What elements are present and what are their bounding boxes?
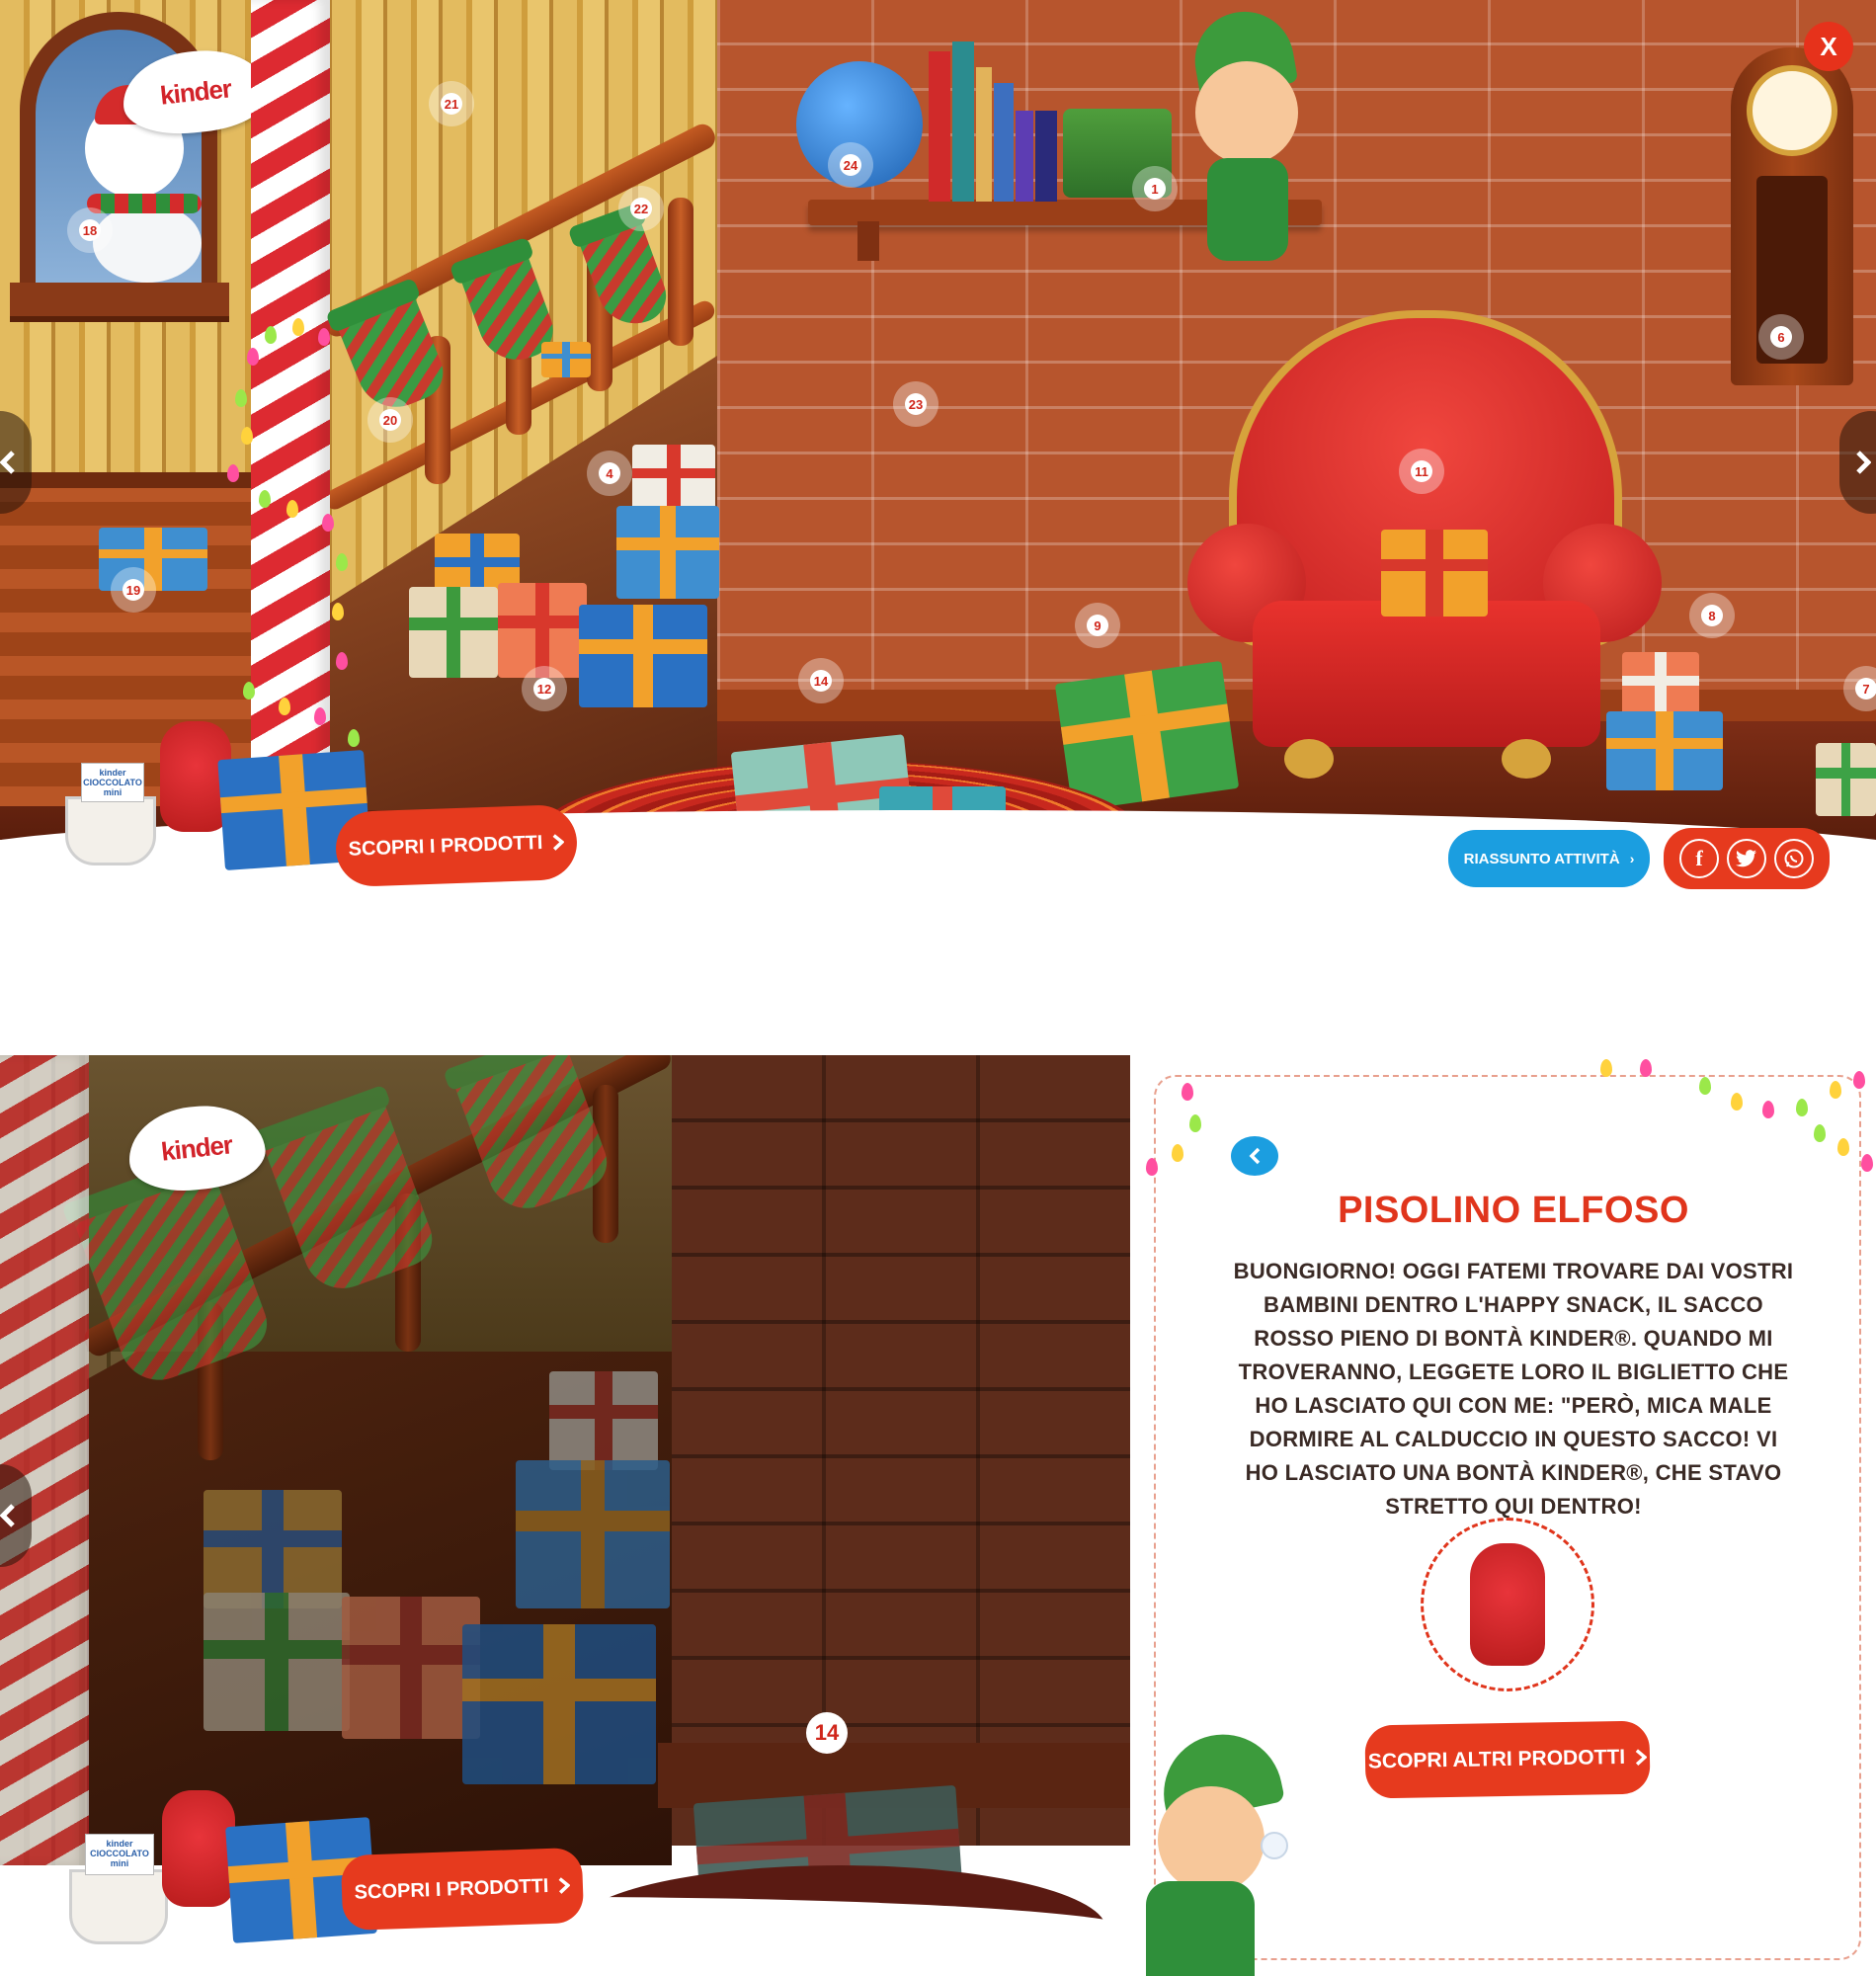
products-button-label: SCOPRI I PRODOTTI <box>354 1874 549 1904</box>
products-button-label: SCOPRI I PRODOTTI <box>348 831 543 861</box>
day-9-badge[interactable]: 9 <box>1075 603 1120 648</box>
day-23-badge[interactable]: 23 <box>893 381 938 427</box>
day-14-badge[interactable]: 14 <box>806 1712 848 1754</box>
book <box>929 51 950 202</box>
prev-scene-button[interactable] <box>0 411 32 514</box>
gift-box <box>1816 743 1876 816</box>
book <box>994 83 1014 202</box>
window-sill <box>10 283 229 322</box>
activity-summary-button[interactable]: RIASSUNTO ATTIVITÀ › <box>1448 830 1650 887</box>
shelf-bracket <box>857 221 879 261</box>
day-1-badge[interactable]: 1 <box>1132 166 1178 211</box>
gift-box <box>516 1460 670 1608</box>
chevron-right-icon: › <box>1629 851 1635 866</box>
gift-box <box>1606 711 1723 790</box>
book <box>1016 111 1033 202</box>
chevron-right-icon <box>1635 1749 1648 1767</box>
elf-body <box>1146 1881 1255 1976</box>
clock-face <box>1747 65 1837 156</box>
advent-detail-view: kinder kinder CIOCCOLATO mini SCOPRI I P… <box>0 1055 1876 1976</box>
share-bar: f <box>1664 828 1830 889</box>
day-21-badge[interactable]: 21 <box>429 81 474 126</box>
elf-head <box>1195 61 1298 164</box>
advent-room-scene: kinder kinder CIOCCOLATO mini 1 4 6 7 8 … <box>0 0 1876 889</box>
book <box>1035 111 1057 202</box>
snowman-body <box>93 204 202 283</box>
facebook-icon[interactable]: f <box>1679 839 1719 878</box>
gift-box <box>549 1371 658 1470</box>
armchair-foot <box>1284 739 1334 779</box>
day-24-badge[interactable]: 24 <box>828 142 873 188</box>
gift-box <box>541 342 591 377</box>
brick-wall <box>668 1055 1130 1846</box>
discover-more-label: SCOPRI ALTRI PRODOTTI <box>1367 1745 1626 1773</box>
activity-summary-label: RIASSUNTO ATTIVITÀ <box>1463 850 1620 867</box>
candy-cane-pole <box>0 1055 89 1865</box>
products-button[interactable]: SCOPRI I PRODOTTI <box>334 803 579 888</box>
products-button[interactable]: SCOPRI I PRODOTTI <box>340 1847 585 1932</box>
baluster <box>668 198 693 346</box>
happy-snack-sack <box>1470 1543 1545 1666</box>
gift-box <box>632 445 715 514</box>
chevron-right-icon <box>558 1877 571 1894</box>
day-20-badge[interactable]: 20 <box>367 397 413 443</box>
day-4-badge[interactable]: 4 <box>587 451 632 496</box>
chevron-left-icon <box>0 1504 15 1527</box>
gift-box <box>204 1490 342 1608</box>
gift-box <box>579 605 707 707</box>
product-image-circle <box>1421 1518 1594 1691</box>
day-19-badge[interactable]: 19 <box>111 567 156 613</box>
kinder-mug <box>69 1869 168 1944</box>
landing-edge <box>0 472 259 488</box>
gift-box <box>462 1624 656 1784</box>
elf-head <box>1158 1786 1264 1893</box>
panel-back-button[interactable] <box>1231 1136 1278 1176</box>
day-14-badge[interactable]: 14 <box>798 658 844 703</box>
kinder-mug <box>65 796 156 865</box>
gift-box <box>204 1593 350 1731</box>
chevron-left-icon <box>1249 1147 1261 1165</box>
chevron-right-icon <box>552 834 565 851</box>
happy-snack-sack <box>162 1790 235 1907</box>
snowman-scarf <box>87 194 202 213</box>
candy-cane-pole <box>251 0 330 771</box>
armchair-seat <box>1253 601 1600 747</box>
discover-more-products-button[interactable]: SCOPRI ALTRI PRODOTTI <box>1364 1720 1651 1799</box>
kinder-mini-pack: kinder CIOCCOLATO mini <box>85 1834 154 1875</box>
snowball <box>1261 1832 1288 1859</box>
panel-title: PISOLINO ELFOSO <box>1338 1190 1689 1231</box>
day-22-badge[interactable]: 22 <box>618 186 664 231</box>
day-12-badge[interactable]: 12 <box>522 666 567 711</box>
gift-box <box>1054 660 1240 812</box>
day-11-badge[interactable]: 11 <box>1399 449 1444 494</box>
book <box>952 41 974 202</box>
armchair-foot <box>1502 739 1551 779</box>
gift-box <box>498 583 587 678</box>
kinder-mini-pack: kinder CIOCCOLATO mini <box>81 763 144 802</box>
day-6-badge[interactable]: 6 <box>1758 314 1804 360</box>
gift-box <box>1381 530 1488 617</box>
gift-box <box>616 506 719 599</box>
gift-box <box>342 1597 480 1739</box>
prev-scene-button[interactable] <box>0 1464 32 1567</box>
whatsapp-icon[interactable] <box>1774 839 1814 878</box>
twitter-icon[interactable] <box>1727 839 1766 878</box>
chevron-left-icon <box>0 451 15 474</box>
panel-body-text: BUONGIORNO! OGGI FATEMI TROVARE DAI VOST… <box>1233 1259 1794 1519</box>
book <box>976 67 992 202</box>
close-button[interactable]: X <box>1804 22 1853 71</box>
gift-box <box>409 587 498 678</box>
elf-body <box>1207 158 1288 261</box>
day-18-badge[interactable]: 18 <box>67 207 113 253</box>
next-scene-button[interactable] <box>1839 411 1876 514</box>
chevron-right-icon <box>1856 451 1871 474</box>
day-8-badge[interactable]: 8 <box>1689 593 1735 638</box>
